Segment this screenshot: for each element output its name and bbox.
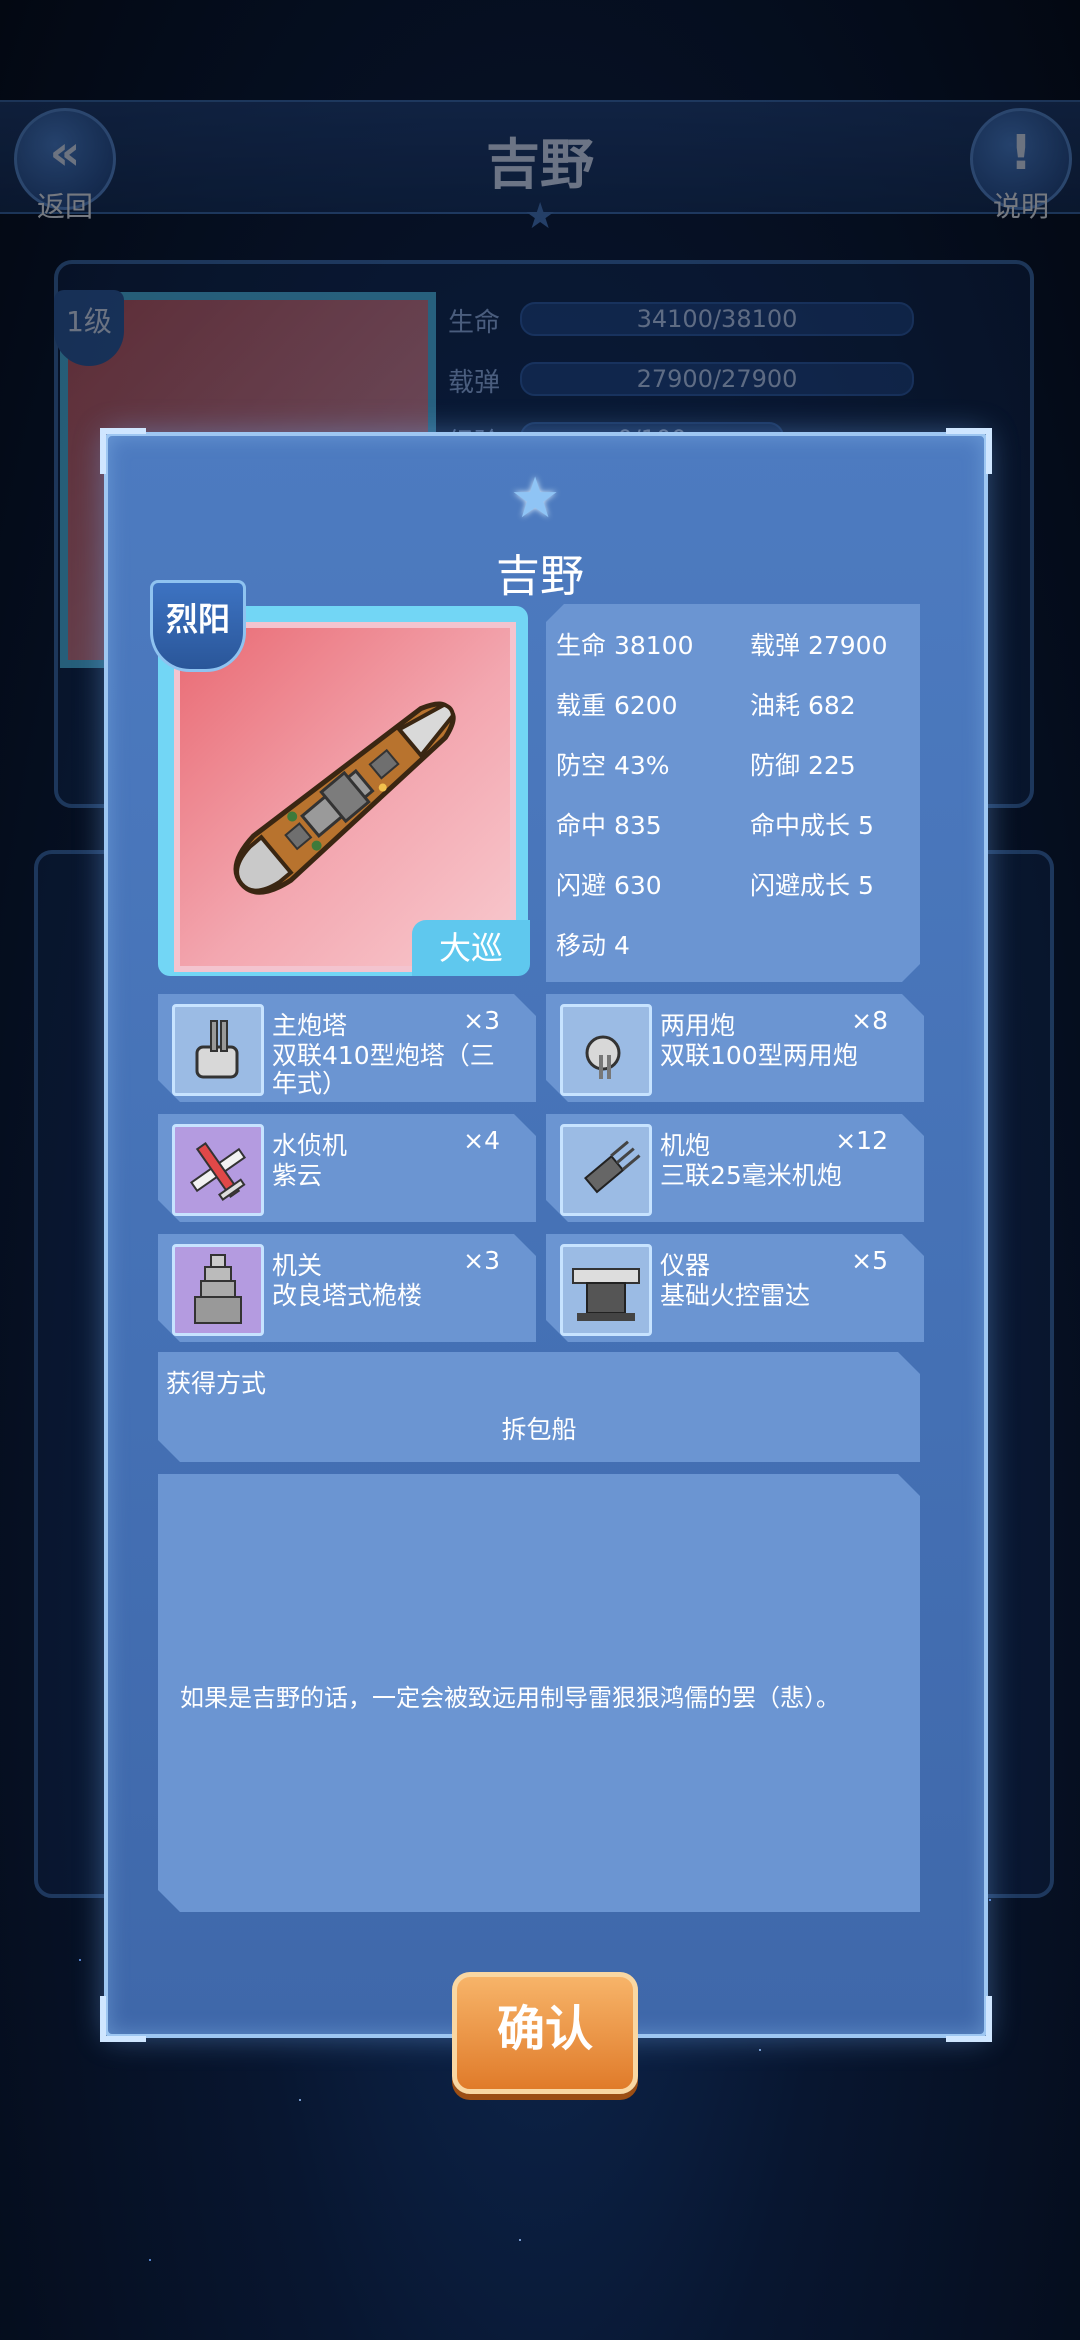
equipment-slot-radar[interactable]: 仪器 ×5 基础火控雷达 bbox=[546, 1234, 924, 1342]
equipment-slot-main-turret[interactable]: 主炮塔 ×3 双联410型炮塔（三年式） bbox=[158, 994, 536, 1102]
ship-class-tag: 大巡 bbox=[412, 920, 530, 976]
frame-corner bbox=[100, 428, 146, 474]
ship-sprite-icon bbox=[233, 701, 456, 895]
double-chevron-left-icon: « bbox=[49, 125, 81, 181]
equipment-type: 机炮 bbox=[660, 1131, 711, 1160]
star-icon: ★ bbox=[510, 466, 561, 531]
equipment-slot-tower-mast[interactable]: 机关 ×3 改良塔式桅楼 bbox=[158, 1234, 536, 1342]
equipment-count: ×3 bbox=[463, 1246, 500, 1275]
back-button-label: 返回 bbox=[36, 190, 93, 223]
equipment-slot-autocannon[interactable]: 机炮 ×12 三联25毫米机炮 bbox=[546, 1114, 924, 1222]
equipment-type: 机关 bbox=[272, 1251, 323, 1280]
frame-corner bbox=[100, 1996, 146, 2042]
equipment-name: 双联100型两用炮 bbox=[660, 1041, 858, 1070]
equipment-count: ×8 bbox=[851, 1006, 888, 1035]
main-turret-icon bbox=[172, 1004, 264, 1096]
stat-defense: 防御 225 bbox=[750, 751, 856, 780]
stat-movement: 移动 4 bbox=[556, 931, 630, 960]
frame-corner bbox=[946, 1996, 992, 2042]
stat-ammo: 载弹 27900 bbox=[750, 631, 888, 660]
confirm-button[interactable]: 确认 bbox=[452, 1972, 638, 2094]
stat-evasion: 闪避 630 bbox=[556, 871, 662, 900]
equipment-count: ×3 bbox=[463, 1006, 500, 1035]
hp-label: 生命 bbox=[448, 308, 501, 338]
help-button[interactable]: ! 说明 bbox=[970, 108, 1072, 223]
stat-load: 载重 6200 bbox=[556, 691, 678, 720]
equipment-slot-seaplane[interactable]: 水侦机 ×4 紫云 bbox=[158, 1114, 536, 1222]
equipment-type: 两用炮 bbox=[660, 1011, 736, 1040]
obtain-method-label: 获得方式 bbox=[166, 1369, 267, 1398]
page-title: 吉野 bbox=[486, 133, 594, 196]
equipment-slot-dual-purpose-gun[interactable]: 两用炮 ×8 双联100型两用炮 bbox=[546, 994, 924, 1102]
description-panel: 如果是吉野的话，一定会被致远用制导雷狠狠鸿儒的罢（悲）。 bbox=[158, 1474, 920, 1912]
equipment-type: 水侦机 bbox=[272, 1131, 348, 1160]
stat-hp: 生命 38100 bbox=[556, 631, 694, 660]
stat-evasion-growth: 闪避成长 5 bbox=[750, 871, 874, 900]
back-button[interactable]: « 返回 bbox=[14, 108, 116, 223]
equipment-count: ×5 bbox=[851, 1246, 888, 1275]
obtain-method-panel: 获得方式 拆包船 bbox=[158, 1352, 920, 1462]
frame-corner bbox=[946, 428, 992, 474]
description-text: 如果是吉野的话，一定会被致远用制导雷狠狠鸿儒的罢（悲）。 bbox=[180, 1684, 840, 1712]
rarity-star-icon: ★ bbox=[524, 196, 557, 237]
equipment-type: 仪器 bbox=[660, 1251, 711, 1280]
equipment-name: 双联410型炮塔（三年式） bbox=[272, 1041, 495, 1098]
ammo-bar: 27900/27900 bbox=[520, 362, 914, 396]
stat-antiair: 防空 43% bbox=[556, 751, 670, 780]
equipment-name: 三联25毫米机炮 bbox=[660, 1161, 842, 1190]
tower-mast-icon bbox=[172, 1244, 264, 1336]
help-button-label: 说明 bbox=[992, 190, 1049, 223]
dual-purpose-gun-icon bbox=[560, 1004, 652, 1096]
autocannon-icon bbox=[560, 1124, 652, 1216]
equipment-name: 基础火控雷达 bbox=[660, 1281, 811, 1310]
level-badge: 1级 bbox=[54, 290, 124, 366]
equipment-name: 改良塔式桅楼 bbox=[272, 1281, 423, 1310]
stat-fuel: 油耗 682 bbox=[750, 691, 856, 720]
equipment-count: ×4 bbox=[463, 1126, 500, 1155]
ammo-label: 载弹 bbox=[448, 368, 501, 398]
equipment-name: 紫云 bbox=[272, 1161, 323, 1190]
hp-bar: 34100/38100 bbox=[520, 302, 914, 336]
equipment-count: ×12 bbox=[835, 1126, 888, 1155]
radar-icon bbox=[560, 1244, 652, 1336]
obtain-method-value: 拆包船 bbox=[501, 1415, 577, 1444]
exclamation-icon: ! bbox=[1010, 125, 1032, 181]
stat-accuracy: 命中 835 bbox=[556, 811, 662, 840]
equipment-type: 主炮塔 bbox=[272, 1011, 348, 1040]
faction-badge: 烈阳 bbox=[150, 580, 246, 672]
seaplane-icon bbox=[172, 1124, 264, 1216]
stat-accuracy-growth: 命中成长 5 bbox=[750, 811, 874, 840]
